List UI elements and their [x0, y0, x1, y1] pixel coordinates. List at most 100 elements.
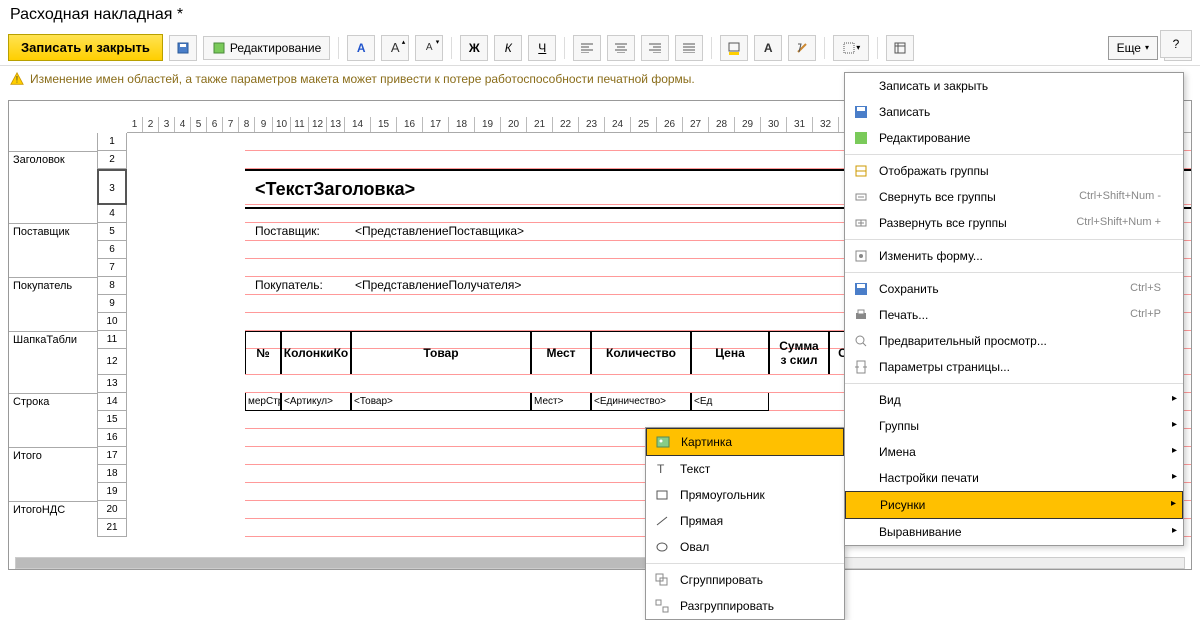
more-button[interactable]: Еще ▾ [1108, 36, 1158, 60]
bold-button[interactable]: Ж [460, 35, 488, 61]
menu-item[interactable]: Отображать группы [845, 158, 1183, 184]
menu-item[interactable]: Прямоугольник [646, 482, 844, 508]
row-header-8[interactable]: 8 [97, 277, 127, 295]
row-header-16[interactable]: 16 [97, 429, 127, 447]
menu-item[interactable]: Печать...Ctrl+P [845, 302, 1183, 328]
row-header-11[interactable]: 11 [97, 331, 127, 349]
menu-item[interactable]: Свернуть все группыCtrl+Shift+Num - [845, 184, 1183, 210]
menu-item[interactable]: Рисунки▸ [845, 491, 1183, 519]
fill-color-button[interactable] [720, 35, 748, 61]
table-data-cell[interactable]: <Товар> [351, 393, 531, 411]
menu-item[interactable]: Записать и закрыть [845, 73, 1183, 99]
row-header-9[interactable]: 9 [97, 295, 127, 313]
buyer-value[interactable]: <ПредставлениеПолучателя> [355, 278, 521, 292]
font-name-button[interactable]: А [347, 35, 375, 61]
col-header-27[interactable]: 27 [683, 117, 709, 132]
row-header-13[interactable]: 13 [97, 375, 127, 393]
borders-button[interactable]: ▾ [833, 35, 869, 61]
col-header-12[interactable]: 12 [309, 117, 327, 132]
row-header-14[interactable]: 14 [97, 393, 127, 411]
menu-item[interactable]: TТекст [646, 456, 844, 482]
col-header-25[interactable]: 25 [631, 117, 657, 132]
col-header-15[interactable]: 15 [371, 117, 397, 132]
row-header-10[interactable]: 10 [97, 313, 127, 331]
col-header-20[interactable]: 20 [501, 117, 527, 132]
col-header-32[interactable]: 32 [813, 117, 839, 132]
col-header-7[interactable]: 7 [223, 117, 239, 132]
font-size-inc-button[interactable]: А▴ [381, 35, 409, 61]
text-color-button[interactable]: А [754, 35, 782, 61]
edit-mode-button[interactable]: Редактирование [203, 36, 330, 60]
col-header-19[interactable]: 19 [475, 117, 501, 132]
col-header-16[interactable]: 16 [397, 117, 423, 132]
col-header-31[interactable]: 31 [787, 117, 813, 132]
table-data-cell[interactable]: мерСтр [245, 393, 281, 411]
col-header-21[interactable]: 21 [527, 117, 553, 132]
align-center-button[interactable] [607, 35, 635, 61]
col-header-22[interactable]: 22 [553, 117, 579, 132]
table-data-cell[interactable]: <Единичество> [591, 393, 691, 411]
col-header-23[interactable]: 23 [579, 117, 605, 132]
buyer-label[interactable]: Покупатель: [255, 278, 323, 292]
menu-item[interactable]: Предварительный просмотр... [845, 328, 1183, 354]
col-header-4[interactable]: 4 [175, 117, 191, 132]
col-header-11[interactable]: 11 [291, 117, 309, 132]
col-header-30[interactable]: 30 [761, 117, 787, 132]
row-header-6[interactable]: 6 [97, 241, 127, 259]
menu-item[interactable]: Изменить форму... [845, 243, 1183, 269]
menu-item[interactable]: Овал [646, 534, 844, 560]
col-header-24[interactable]: 24 [605, 117, 631, 132]
menu-item[interactable]: Разгруппировать [646, 593, 844, 619]
row-header-19[interactable]: 19 [97, 483, 127, 501]
col-header-29[interactable]: 29 [735, 117, 761, 132]
menu-item[interactable]: Вид▸ [845, 387, 1183, 413]
menu-item[interactable]: СохранитьCtrl+S [845, 276, 1183, 302]
menu-item[interactable]: Параметры страницы... [845, 354, 1183, 380]
col-header-6[interactable]: 6 [207, 117, 223, 132]
row-header-5[interactable]: 5 [97, 223, 127, 241]
align-right-button[interactable] [641, 35, 669, 61]
table-data-cell[interactable]: Мест> [531, 393, 591, 411]
supplier-value[interactable]: <ПредставлениеПоставщика> [355, 224, 524, 238]
row-header-20[interactable]: 20 [97, 501, 127, 519]
row-ruler[interactable]: 123456789101112131415161718192021 [97, 133, 127, 537]
col-header-13[interactable]: 13 [327, 117, 345, 132]
align-justify-button[interactable] [675, 35, 703, 61]
col-header-9[interactable]: 9 [255, 117, 273, 132]
menu-item[interactable]: Группы▸ [845, 413, 1183, 439]
col-header-18[interactable]: 18 [449, 117, 475, 132]
horizontal-scrollbar[interactable] [15, 557, 1185, 569]
menu-item[interactable]: Прямая [646, 508, 844, 534]
menu-item[interactable]: Развернуть все группыCtrl+Shift+Num + [845, 210, 1183, 236]
save-close-button[interactable]: Записать и закрыть [8, 34, 163, 61]
menu-item[interactable]: Имена▸ [845, 439, 1183, 465]
menu-item[interactable]: Выравнивание▸ [845, 519, 1183, 545]
col-header-8[interactable]: 8 [239, 117, 255, 132]
row-header-4[interactable]: 4 [97, 205, 127, 223]
italic-button[interactable]: К [494, 35, 522, 61]
row-header-7[interactable]: 7 [97, 259, 127, 277]
menu-item[interactable]: Картинка [646, 428, 844, 456]
menu-item[interactable]: Редактирование [845, 125, 1183, 151]
underline-button[interactable]: Ч [528, 35, 556, 61]
insert-button[interactable] [886, 35, 914, 61]
supplier-label[interactable]: Поставщик: [255, 224, 320, 238]
menu-item[interactable]: Сгруппировать [646, 567, 844, 593]
row-header-3[interactable]: 3 [97, 169, 127, 205]
col-header-14[interactable]: 14 [345, 117, 371, 132]
panel-help-button[interactable]: ? [1160, 30, 1192, 58]
col-header-26[interactable]: 26 [657, 117, 683, 132]
menu-item[interactable]: Настройки печати▸ [845, 465, 1183, 491]
row-header-21[interactable]: 21 [97, 519, 127, 537]
menu-item[interactable]: Записать [845, 99, 1183, 125]
col-header-10[interactable]: 10 [273, 117, 291, 132]
save-button[interactable] [169, 35, 197, 61]
col-header-3[interactable]: 3 [159, 117, 175, 132]
row-header-12[interactable]: 12 [97, 349, 127, 375]
row-header-2[interactable]: 2 [97, 151, 127, 169]
align-left-button[interactable] [573, 35, 601, 61]
row-header-18[interactable]: 18 [97, 465, 127, 483]
row-header-1[interactable]: 1 [97, 133, 127, 151]
clear-format-button[interactable] [788, 35, 816, 61]
col-header-17[interactable]: 17 [423, 117, 449, 132]
